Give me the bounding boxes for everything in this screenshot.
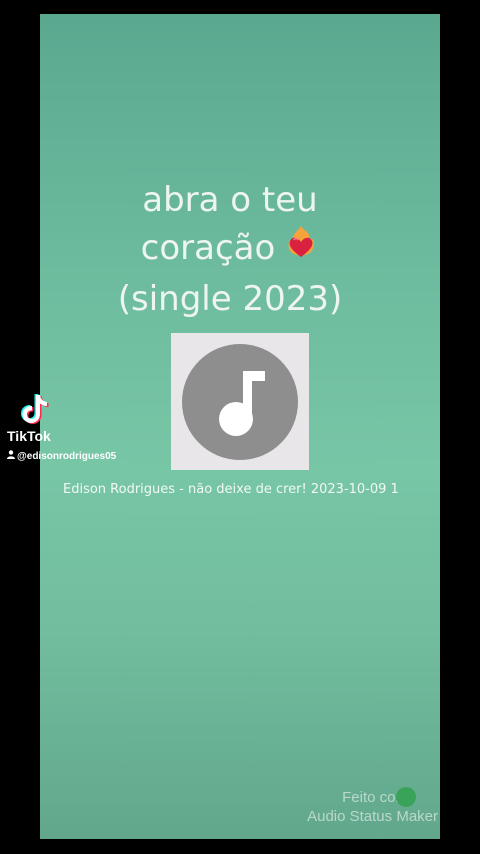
title-line-2: coração	[40, 224, 420, 275]
tiktok-brand: TikTok	[7, 428, 51, 444]
music-note-icon	[182, 344, 298, 460]
app-badge-icon	[396, 787, 416, 807]
tiktok-watermark: TikTok @edisonrodrigues05	[7, 392, 147, 467]
song-title: abra o teu coração (single 2023)	[40, 176, 420, 323]
tiktok-logo-icon	[19, 392, 51, 430]
title-line-1: abra o teu	[142, 180, 318, 220]
maker-line-2: Audio Status Maker	[307, 808, 438, 825]
title-line-2-text: coração	[140, 228, 276, 268]
creator-handle-text: @edisonrodrigues05	[17, 451, 117, 462]
user-icon	[7, 450, 15, 462]
title-line-3: (single 2023)	[117, 279, 343, 319]
creator-handle: @edisonrodrigues05	[7, 450, 116, 462]
track-caption: Edison Rodrigues - não deixe de crer! 20…	[63, 482, 399, 497]
heart-on-fire-icon	[283, 224, 319, 275]
album-cover	[171, 333, 309, 470]
maker-watermark: Feito com Audio Status Maker	[278, 787, 438, 826]
